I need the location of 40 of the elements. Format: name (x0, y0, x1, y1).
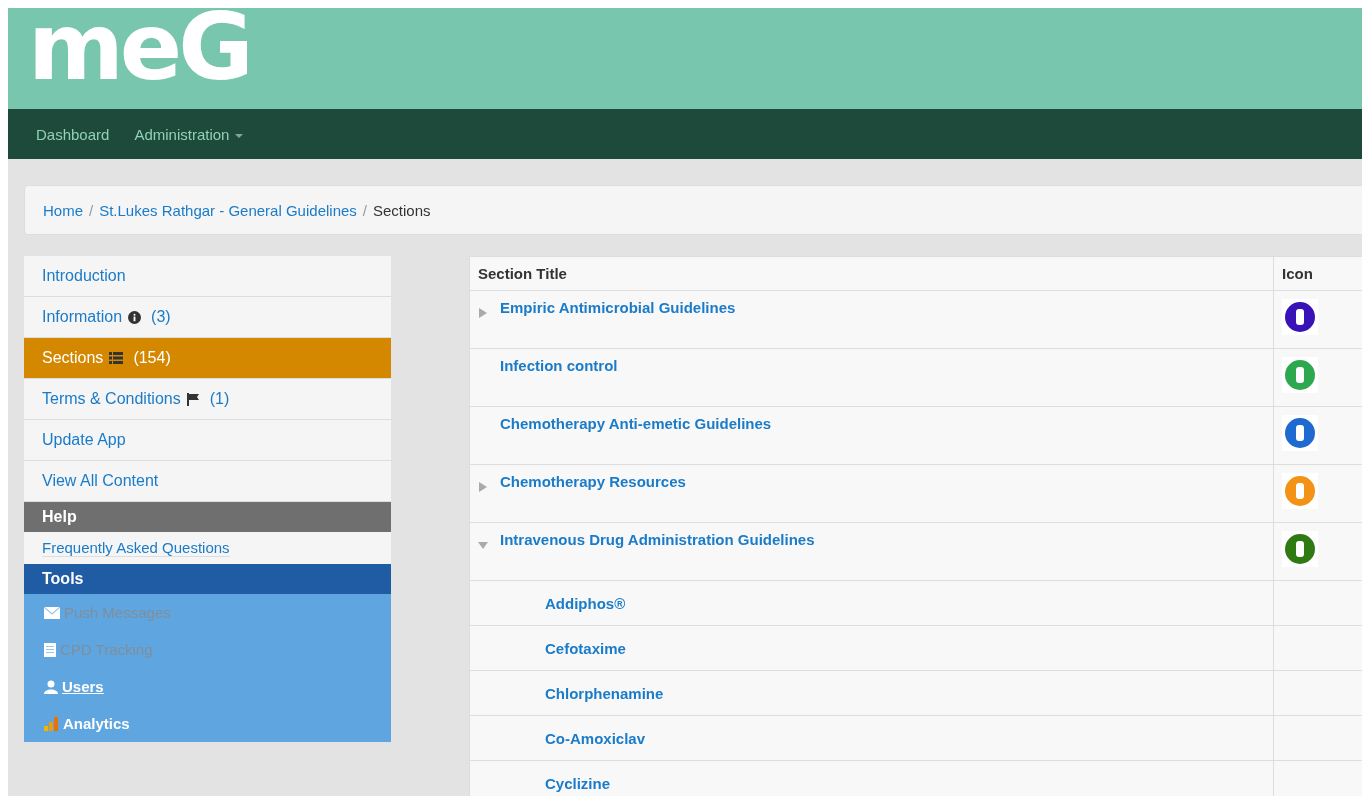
breadcrumb-link[interactable]: Home (43, 201, 83, 219)
breadcrumb-separator: / (362, 201, 367, 219)
breadcrumb-link[interactable]: St.Lukes Rathgar - General Guidelines (99, 201, 357, 219)
expanded-arrow-icon[interactable] (478, 540, 488, 550)
sidebar-item[interactable]: Introduction (24, 256, 391, 297)
collapsed-arrow-icon[interactable] (478, 482, 488, 492)
bar-chart-icon (44, 716, 59, 731)
info-icon (128, 310, 142, 324)
nav-link[interactable]: Administration (134, 125, 244, 143)
collapsed-arrow-icon[interactable] (478, 308, 488, 318)
sidebar-item[interactable]: Sections (154) (24, 338, 391, 379)
breadcrumb-current: Sections (373, 201, 431, 219)
section-link[interactable]: Cyclizine (545, 774, 611, 792)
sidebar-item[interactable]: View All Content (24, 461, 391, 502)
flag-icon (186, 392, 200, 406)
column-header: Icon (1281, 264, 1314, 284)
section-link[interactable]: Chemotherapy Anti-emetic Guidelines (500, 415, 772, 432)
user-icon (44, 679, 58, 694)
list-icon (109, 352, 124, 364)
section-link[interactable]: Cefotaxime (545, 639, 626, 657)
section-link[interactable]: Infection control (500, 357, 618, 374)
section-link[interactable]: Empiric Antimicrobial Guidelines (500, 299, 736, 316)
breadcrumb-separator: / (89, 201, 94, 219)
sidebar-item[interactable]: Information (3) (24, 297, 391, 338)
section-link[interactable]: Co-Amoxiclav (545, 729, 646, 747)
envelope-icon (44, 606, 60, 619)
document-icon (44, 642, 56, 657)
column-header: Section Title (470, 257, 1274, 290)
sidebar-header: Help (24, 502, 391, 532)
section-link[interactable]: Chlorphenamine (545, 684, 664, 702)
tool-item[interactable]: Users (24, 668, 391, 705)
nav-link[interactable]: Dashboard (36, 125, 110, 143)
section-link[interactable]: Chemotherapy Resources (500, 473, 686, 490)
section-link[interactable]: Addiphos® (545, 594, 626, 612)
sidebar-item[interactable]: Update App (24, 420, 391, 461)
section-link[interactable]: Intravenous Drug Administration Guidelines (500, 531, 815, 548)
caret-icon (235, 133, 244, 138)
tool-item[interactable]: Analytics (24, 705, 391, 742)
sidebar-item[interactable]: Terms & Conditions (1) (24, 379, 391, 420)
sidebar-header: Tools (24, 564, 391, 594)
